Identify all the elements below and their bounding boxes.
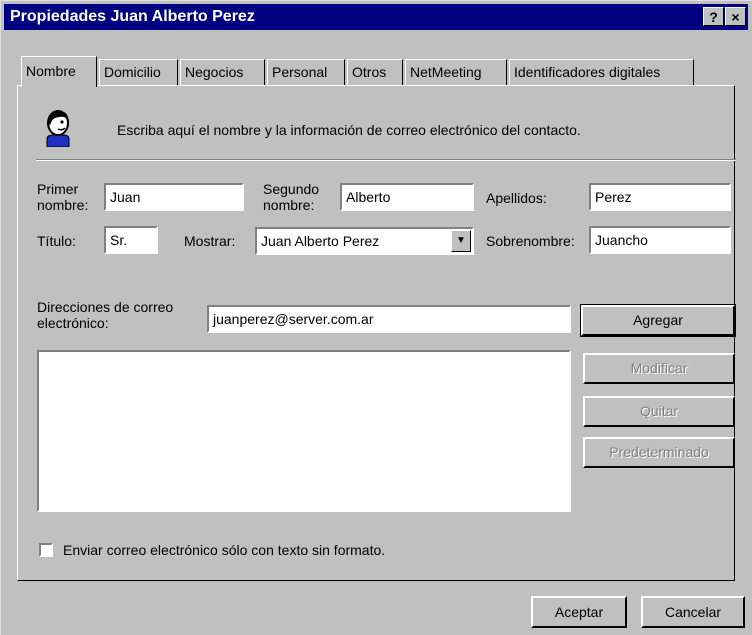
tab-netmeeting[interactable]: NetMeeting	[405, 59, 507, 85]
nickname-label: Sobrenombre:	[486, 233, 575, 249]
display-dropdown-value: Juan Alberto Perez	[261, 233, 380, 249]
tab-identificadores-digitales[interactable]: Identificadores digitales	[509, 59, 694, 85]
plain-text-label: Enviar correo electrónico sólo con texto…	[63, 542, 386, 558]
chevron-down-icon[interactable]: ▼	[451, 230, 471, 252]
last-name-label: Apellidos:	[486, 190, 547, 206]
first-name-label: Primer nombre:	[37, 181, 89, 213]
title-field[interactable]: Sr.	[104, 226, 158, 254]
contact-properties-dialog: Propiedades Juan Alberto Perez ? × Nombr…	[0, 0, 752, 635]
email-input[interactable]: juanperez@server.com.ar	[207, 305, 571, 333]
ok-button[interactable]: Aceptar	[531, 596, 627, 628]
tab-nombre[interactable]: Nombre	[21, 56, 97, 87]
last-name-field[interactable]: Perez	[589, 183, 731, 211]
display-label: Mostrar:	[184, 233, 236, 249]
email-list[interactable]	[37, 350, 571, 512]
tab-domicilio[interactable]: Domicilio	[99, 59, 178, 85]
middle-name-label: Segundo nombre:	[263, 181, 320, 213]
header-description: Escriba aquí el nombre y la información …	[117, 122, 581, 138]
first-name-field[interactable]: Juan	[104, 183, 244, 211]
window-title: Propiedades Juan Alberto Perez	[10, 8, 255, 25]
help-button[interactable]: ?	[703, 7, 724, 26]
header-divider	[36, 159, 736, 161]
display-dropdown[interactable]: Juan Alberto Perez ▼	[255, 227, 474, 255]
close-button[interactable]: ×	[725, 7, 746, 26]
title-bar: Propiedades Juan Alberto Perez ? ×	[4, 4, 748, 30]
set-default-email-button[interactable]: Predeterminado	[583, 437, 735, 468]
tab-personal[interactable]: Personal	[267, 59, 345, 85]
remove-email-button[interactable]: Quitar	[583, 396, 735, 427]
contact-person-icon	[46, 110, 70, 147]
tab-otros[interactable]: Otros	[347, 59, 403, 85]
plain-text-checkbox[interactable]	[39, 543, 53, 557]
add-email-button[interactable]: Agregar	[580, 304, 736, 337]
email-label: Direcciones de correo electrónico:	[37, 299, 174, 331]
nickname-field[interactable]: Juancho	[589, 226, 731, 254]
title-label: Título:	[37, 233, 76, 249]
cancel-button[interactable]: Cancelar	[641, 596, 745, 628]
middle-name-field[interactable]: Alberto	[340, 183, 474, 211]
tab-negocios[interactable]: Negocios	[180, 59, 265, 85]
edit-email-button[interactable]: Modificar	[583, 353, 735, 384]
